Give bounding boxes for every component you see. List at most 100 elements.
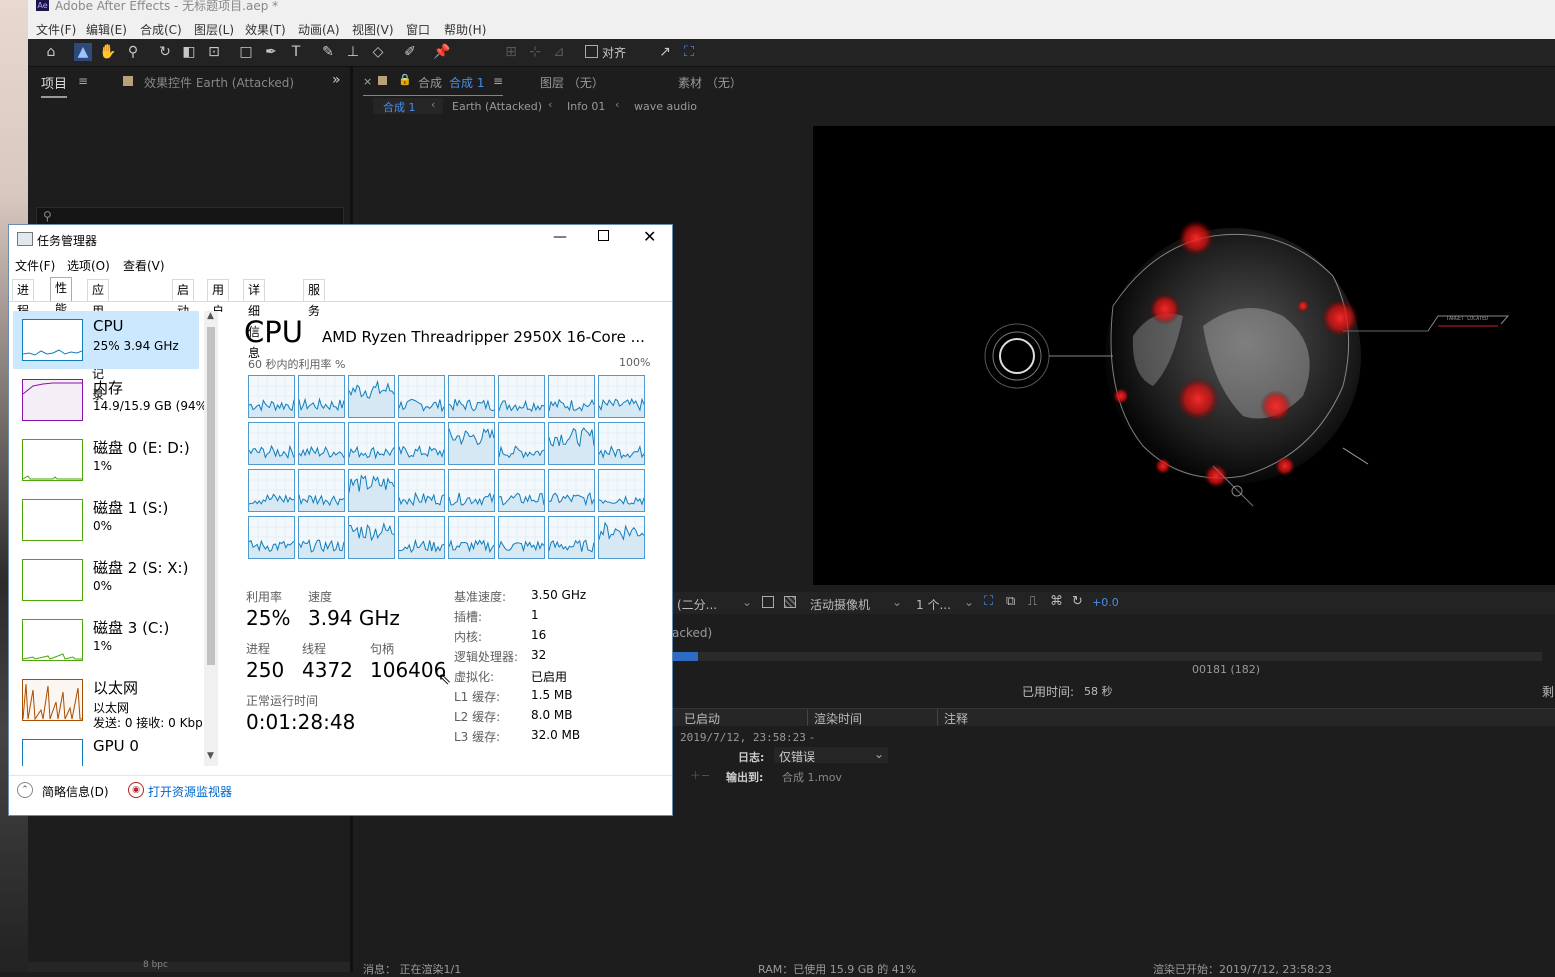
reset-exposure-icon[interactable]: ↻	[1072, 594, 1083, 609]
tab-composition[interactable]: 合成 1	[449, 74, 484, 91]
region-of-interest-icon[interactable]	[762, 596, 774, 608]
sidebar-item-memory[interactable]: 内存 14.9/15.9 GB (94%)	[13, 371, 205, 429]
camera-dropdown[interactable]: 活动摄像机	[810, 596, 870, 613]
tab-startup[interactable]: 启动	[172, 279, 195, 318]
close-panel-icon[interactable]: ×	[363, 75, 372, 88]
menu-composition[interactable]: 合成(C)	[140, 21, 182, 38]
spec-value: 8.0 MB	[531, 708, 573, 722]
tab-project[interactable]: 项目	[41, 73, 68, 98]
core-graph	[448, 375, 495, 418]
sidebar-item-disk2[interactable]: 磁盘 2 (S: X:) 0%	[13, 551, 199, 609]
flowchart-icon[interactable]: ⌘	[1050, 594, 1063, 609]
tm-menu-file[interactable]: 文件(F)	[15, 257, 55, 274]
spec-key: 基准速度:	[454, 590, 507, 604]
tab-footage[interactable]: 素材 （无）	[678, 74, 742, 91]
tab-layer[interactable]: 图层 （无）	[540, 74, 604, 91]
rotate-tool-icon[interactable]: ↻	[156, 43, 174, 61]
summary-toggle[interactable]: 简略信息(D)	[42, 783, 109, 800]
menu-help[interactable]: 帮助(H)	[444, 21, 486, 38]
sidebar-item-cpu[interactable]: CPU 25% 3.94 GHz	[13, 311, 199, 369]
panel-overflow-icon[interactable]: »	[332, 72, 341, 88]
menu-window[interactable]: 窗口	[406, 21, 430, 38]
tm-menu-options[interactable]: 选项(O)	[67, 257, 110, 274]
rectangle-tool-icon[interactable]: □	[237, 43, 255, 61]
log-dropdown[interactable]: 仅错误 ⌄	[774, 747, 888, 764]
roto-brush-tool-icon[interactable]: ✐	[401, 43, 419, 61]
tab-services[interactable]: 服务	[303, 279, 326, 318]
resolution-dropdown[interactable]: (二分...	[677, 596, 717, 613]
sidebar-item-disk3[interactable]: 磁盘 3 (C:) 1%	[13, 611, 199, 669]
breadcrumb-earth[interactable]: Earth (Attacked)	[452, 100, 542, 113]
col-render-time[interactable]: 渲染时间	[814, 710, 862, 727]
menu-layer[interactable]: 图层(L)	[194, 21, 234, 38]
sidebar-item-disk0[interactable]: 磁盘 0 (E: D:) 1%	[13, 431, 199, 489]
tab-users[interactable]: 用户	[207, 279, 230, 318]
breadcrumb-info01[interactable]: Info 01	[567, 100, 605, 113]
tab-performance[interactable]: 性能	[50, 277, 73, 316]
composition-viewer[interactable]: TARGET LOCATED	[813, 126, 1555, 585]
views-dropdown[interactable]: 1 个...	[916, 596, 951, 613]
output-value[interactable]: 合成 1.mov	[782, 769, 842, 785]
scroll-down-icon[interactable]: ▼	[207, 751, 214, 761]
bpc-label[interactable]: 8 bpc	[143, 960, 168, 970]
type-tool-icon[interactable]: T	[287, 43, 305, 61]
pen-tool-icon[interactable]: ✒	[262, 43, 280, 61]
puppet-pin-tool-icon[interactable]: 📌	[433, 43, 451, 61]
fast-preview-icon[interactable]: ⛶	[984, 594, 993, 609]
chevron-down-icon: ⌄	[892, 595, 903, 609]
scroll-up-icon[interactable]: ▲	[207, 311, 214, 321]
tm-menu-view[interactable]: 查看(V)	[123, 257, 165, 274]
selection-tool-icon[interactable]: ▲	[74, 43, 92, 61]
minimize-icon[interactable]: —	[553, 229, 567, 245]
tab-effect-controls[interactable]: 效果控件 Earth (Attacked)	[144, 74, 294, 91]
sidebar-scrollbar[interactable]: ▲ ▼	[204, 311, 218, 766]
timeline-icon[interactable]: ⧉	[1006, 594, 1015, 609]
camera-tool-icon[interactable]: ◧	[180, 43, 198, 61]
spec-value: 已启用	[531, 670, 568, 684]
sidebar-item-ethernet[interactable]: 以太网 以太网 发送: 0 接收: 0 Kbp	[13, 671, 203, 730]
tab-app-history[interactable]: 应用历史记录	[87, 279, 110, 402]
project-menu-icon[interactable]: ≡	[78, 74, 88, 88]
menu-edit[interactable]: 编辑(E)	[86, 21, 127, 38]
home-icon[interactable]: ⌂	[42, 43, 60, 61]
col-comment[interactable]: 注释	[944, 710, 968, 727]
close-icon[interactable]: ✕	[643, 227, 656, 246]
brush-tool-icon[interactable]: ✎	[319, 43, 337, 61]
exposure-value[interactable]: +0.0	[1092, 596, 1119, 609]
tab-details[interactable]: 详细信息	[243, 279, 266, 360]
menu-view[interactable]: 视图(V)	[352, 21, 394, 38]
axis-world-icon[interactable]: ⊹	[526, 43, 544, 61]
chevron-up-icon[interactable]: ⌃	[17, 782, 33, 798]
spec-key: 内核:	[454, 630, 483, 644]
transparency-grid-icon[interactable]	[784, 596, 796, 608]
eraser-tool-icon[interactable]: ◇	[369, 43, 387, 61]
lock-icon[interactable]: 🔒	[398, 73, 412, 86]
sidebar-item-gpu[interactable]: GPU 0	[13, 731, 199, 766]
breadcrumb-comp1[interactable]: 合成 1	[383, 99, 416, 115]
hand-tool-icon[interactable]: ✋	[99, 43, 117, 61]
menu-animation[interactable]: 动画(A)	[298, 21, 340, 38]
scroll-thumb[interactable]	[207, 327, 215, 665]
menu-effect[interactable]: 效果(T)	[245, 21, 286, 38]
align-checkbox[interactable]	[585, 45, 598, 58]
open-resource-monitor-link[interactable]: 打开资源监视器	[148, 783, 232, 800]
add-output-icon[interactable]: ＋−	[690, 767, 710, 783]
col-started[interactable]: 已启动	[684, 710, 720, 727]
zoom-tool-icon[interactable]: ⚲	[124, 43, 142, 61]
maximize-icon[interactable]	[598, 230, 609, 241]
axis-local-icon[interactable]: ⊞	[502, 43, 520, 61]
pan-behind-tool-icon[interactable]: ⊡	[205, 43, 223, 61]
tab-processes[interactable]: 进程	[12, 279, 35, 318]
comp-menu-icon[interactable]: ≡	[493, 74, 503, 88]
axis-view-icon[interactable]: ⊿	[550, 43, 568, 61]
breadcrumb-active[interactable]: 合成 1 ‹	[373, 98, 443, 114]
breadcrumb-wave-audio[interactable]: wave audio	[634, 100, 697, 113]
comp-flowchart-icon[interactable]: ⎍	[1028, 594, 1037, 609]
sidebar-item-disk1[interactable]: 磁盘 1 (S:) 0%	[13, 491, 199, 549]
ae-window-title: Adobe After Effects - 无标题项目.aep *	[55, 0, 279, 13]
menu-file[interactable]: 文件(F)	[36, 21, 76, 38]
snap-options-icon[interactable]: ⛶	[680, 43, 698, 61]
core-graph	[348, 422, 395, 465]
snap-icon[interactable]: ↗	[656, 43, 674, 61]
clone-stamp-tool-icon[interactable]: ⊥	[344, 43, 362, 61]
